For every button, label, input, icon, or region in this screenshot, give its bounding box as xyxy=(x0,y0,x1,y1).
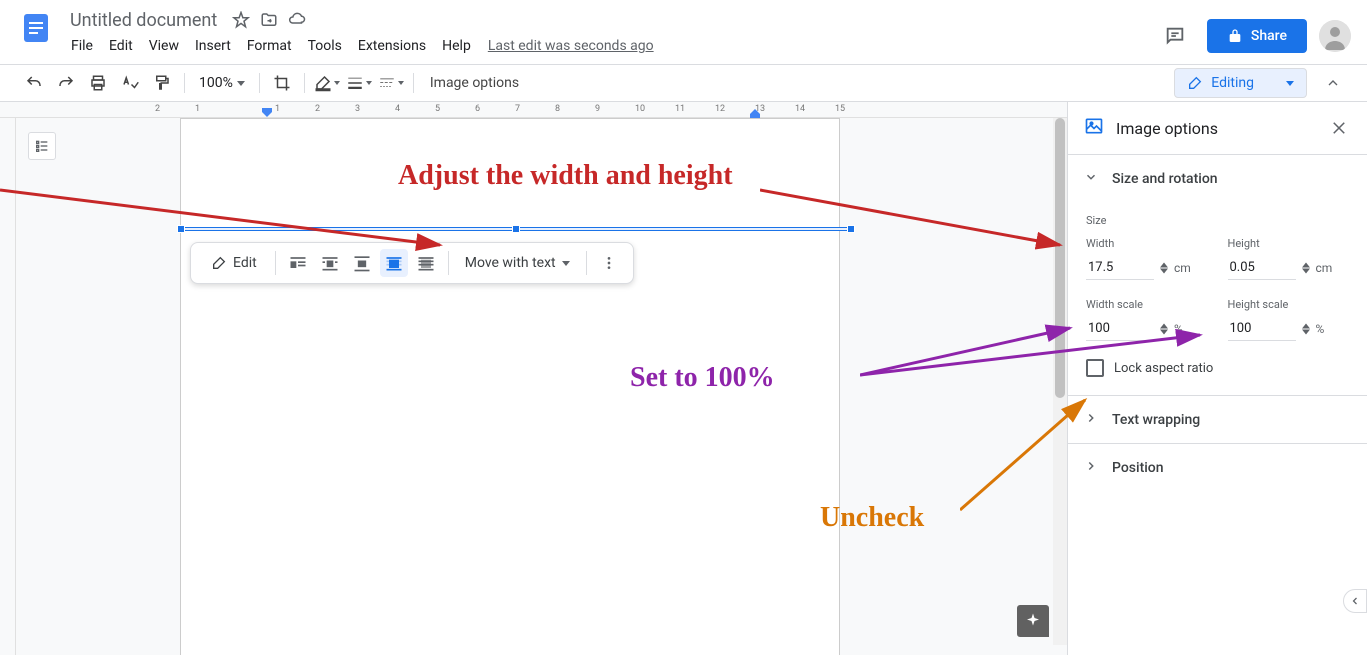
menu-extensions[interactable]: Extensions xyxy=(351,34,433,58)
wrap-front-icon[interactable] xyxy=(412,249,440,277)
docs-app-icon[interactable] xyxy=(16,8,56,48)
chevron-right-icon xyxy=(1084,458,1098,477)
menu-edit[interactable]: Edit xyxy=(102,34,140,58)
cloud-status-icon[interactable] xyxy=(287,10,307,30)
chevron-right-icon xyxy=(1084,410,1098,429)
height-stepper[interactable] xyxy=(1302,262,1310,274)
share-button-label: Share xyxy=(1251,28,1287,44)
height-scale-input[interactable] xyxy=(1228,317,1296,341)
document-canvas[interactable]: 21123456789101112131415 Edit M xyxy=(0,102,1067,655)
height-scale-label: Height scale xyxy=(1228,298,1350,311)
section-position: Position xyxy=(1068,443,1367,491)
image-options-panel: Image options Size and rotation Size Wid… xyxy=(1067,102,1367,655)
menu-bar: File Edit View Insert Format Tools Exten… xyxy=(64,34,1155,58)
main-area: 21123456789101112131415 Edit M xyxy=(0,102,1367,655)
scrollbar-thumb[interactable] xyxy=(1055,118,1065,398)
more-options-icon[interactable] xyxy=(595,249,623,277)
height-label: Height xyxy=(1228,237,1350,250)
height-input[interactable] xyxy=(1228,256,1296,280)
lock-aspect-ratio-checkbox[interactable] xyxy=(1086,359,1104,377)
outline-toggle-icon[interactable] xyxy=(28,132,56,160)
title-area: Untitled document File Edit View Insert … xyxy=(64,8,1155,58)
width-input[interactable] xyxy=(1086,256,1154,280)
resize-handle[interactable] xyxy=(847,225,855,233)
hide-menus-icon[interactable] xyxy=(1319,69,1347,97)
wrap-text-icon[interactable] xyxy=(316,249,344,277)
account-avatar[interactable] xyxy=(1319,20,1351,52)
section-size-rotation: Size and rotation Size Width cm Height xyxy=(1068,154,1367,395)
undo-icon[interactable] xyxy=(20,69,48,97)
explore-icon[interactable] xyxy=(1017,605,1049,637)
selected-image[interactable] xyxy=(181,227,851,231)
menu-insert[interactable]: Insert xyxy=(188,34,238,58)
close-panel-icon[interactable] xyxy=(1327,116,1351,140)
share-button[interactable]: Share xyxy=(1207,19,1307,53)
section-text-wrapping: Text wrapping xyxy=(1068,395,1367,443)
crop-icon[interactable] xyxy=(268,69,296,97)
image-icon xyxy=(1084,116,1104,140)
resize-handle[interactable] xyxy=(177,225,185,233)
redo-icon[interactable] xyxy=(52,69,80,97)
side-panel-toggle-icon[interactable] xyxy=(1343,589,1367,613)
size-subsection-label: Size xyxy=(1086,214,1349,227)
menu-view[interactable]: View xyxy=(142,34,186,58)
vertical-ruler[interactable] xyxy=(0,118,16,655)
last-edit-link[interactable]: Last edit was seconds ago xyxy=(488,38,654,54)
width-scale-label: Width scale xyxy=(1086,298,1208,311)
section-header-text-wrapping[interactable]: Text wrapping xyxy=(1068,396,1367,443)
move-with-text-select[interactable]: Move with text xyxy=(457,251,578,275)
main-toolbar: 100% Image options Editing xyxy=(0,64,1367,102)
menu-format[interactable]: Format xyxy=(240,34,299,58)
wrap-break-icon[interactable] xyxy=(348,249,376,277)
edit-image-button[interactable]: Edit xyxy=(201,249,267,277)
vertical-scrollbar[interactable] xyxy=(1053,118,1067,645)
print-icon[interactable] xyxy=(84,69,112,97)
spellcheck-icon[interactable] xyxy=(116,69,144,97)
editing-mode-select[interactable]: Editing xyxy=(1174,68,1307,98)
border-color-icon[interactable] xyxy=(313,69,341,97)
paint-format-icon[interactable] xyxy=(148,69,176,97)
wrap-behind-icon[interactable] xyxy=(380,249,408,277)
zoom-select[interactable]: 100% xyxy=(193,71,251,95)
resize-handle[interactable] xyxy=(512,225,520,233)
lock-aspect-ratio-label: Lock aspect ratio xyxy=(1114,361,1213,376)
section-header-size-rotation[interactable]: Size and rotation xyxy=(1068,155,1367,202)
document-page[interactable] xyxy=(180,118,840,655)
section-header-position[interactable]: Position xyxy=(1068,444,1367,491)
chevron-down-icon xyxy=(1084,169,1098,188)
menu-tools[interactable]: Tools xyxy=(301,34,349,58)
width-scale-input[interactable] xyxy=(1086,317,1154,341)
border-dash-icon[interactable] xyxy=(377,69,405,97)
border-weight-icon[interactable] xyxy=(345,69,373,97)
app-header: Untitled document File Edit View Insert … xyxy=(0,0,1367,64)
document-title[interactable]: Untitled document xyxy=(64,8,223,33)
menu-file[interactable]: File xyxy=(64,34,100,58)
comments-icon[interactable] xyxy=(1155,16,1195,56)
move-to-folder-icon[interactable] xyxy=(259,10,279,30)
width-scale-stepper[interactable] xyxy=(1160,323,1168,335)
wrap-inline-icon[interactable] xyxy=(284,249,312,277)
width-stepper[interactable] xyxy=(1160,262,1168,274)
image-context-toolbar: Edit Move with text xyxy=(190,242,634,284)
panel-title: Image options xyxy=(1116,119,1315,138)
menu-help[interactable]: Help xyxy=(435,34,478,58)
width-label: Width xyxy=(1086,237,1208,250)
image-options-button[interactable]: Image options xyxy=(422,71,527,95)
horizontal-ruler[interactable]: 21123456789101112131415 xyxy=(0,102,1067,118)
star-icon[interactable] xyxy=(231,10,251,30)
height-scale-stepper[interactable] xyxy=(1302,323,1310,335)
